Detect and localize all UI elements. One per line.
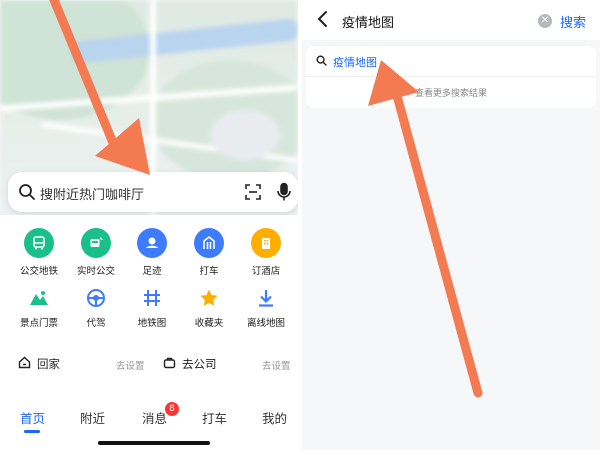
grid-label: 收藏夹 (194, 318, 224, 329)
search-suggestions: 疫情地图 查看更多搜索结果 (306, 46, 596, 108)
search-placeholder: 搜附近热门咖啡厅 (40, 188, 145, 203)
microphone-icon[interactable] (276, 182, 292, 206)
tab-nearby[interactable]: 附近 (80, 408, 105, 427)
tab-mine[interactable]: 我的 (262, 408, 287, 427)
work-label: 去公司 (182, 357, 217, 371)
scenic-icon (27, 286, 51, 310)
tab-active-indicator (24, 430, 40, 433)
steering-wheel-icon (84, 286, 108, 310)
search-button[interactable]: 搜索 (560, 12, 586, 31)
go-home-button[interactable]: 回家 (18, 356, 60, 372)
messages-badge: 8 (165, 402, 179, 416)
suggestion-item[interactable]: 疫情地图 (316, 54, 377, 70)
search-header: 疫情地图 ✕ 搜索 (302, 0, 600, 40)
search-bar[interactable]: 搜附近热门咖啡厅 (8, 172, 298, 212)
search-icon (316, 55, 327, 69)
star-icon (197, 286, 221, 310)
grid-item-hotel[interactable]: 订酒店 (238, 228, 294, 277)
grid-item-scenic[interactable]: 景点门票 (11, 286, 67, 329)
back-icon[interactable] (316, 10, 330, 32)
home-label: 回家 (37, 357, 60, 371)
grid-label: 公交地铁 (19, 266, 58, 277)
search-screen: 疫情地图 ✕ 搜索 疫情地图 查看更多搜索结果 (302, 0, 600, 450)
grid-item-metro-map[interactable]: 地铁图 (124, 286, 180, 329)
home-screen: 搜附近热门咖啡厅 公交地铁 实时公交 足迹 打车 订酒店 景点门票 代驾 地铁图… (0, 0, 298, 450)
grid-label: 地铁图 (137, 318, 167, 329)
more-results-link[interactable]: 查看更多搜索结果 (306, 86, 596, 99)
grid-item-taxi[interactable]: 打车 (181, 228, 237, 277)
quick-destinations: 回家 去设置 去公司 去设置 (8, 340, 298, 388)
grid-label: 订酒店 (251, 266, 281, 277)
clear-icon[interactable]: ✕ (538, 14, 552, 28)
hotel-icon (251, 228, 281, 258)
grid-item-bus[interactable]: 公交地铁 (11, 228, 67, 277)
grid-item-footprint[interactable]: 足迹 (124, 228, 180, 277)
realtime-bus-icon (81, 228, 111, 258)
footprint-icon (137, 228, 167, 258)
home-icon (18, 356, 31, 372)
grid-label: 景点门票 (19, 318, 58, 329)
metro-map-icon (140, 286, 164, 310)
work-set-link[interactable]: 去设置 (262, 358, 291, 372)
search-icon (18, 183, 36, 205)
scan-icon[interactable] (244, 183, 262, 205)
grid-label: 打车 (199, 266, 219, 277)
download-icon (254, 286, 278, 310)
home-indicator (98, 441, 210, 445)
go-work-button[interactable]: 去公司 (163, 356, 217, 372)
tab-home[interactable]: 首页 (20, 408, 45, 427)
divider (306, 76, 596, 77)
grid-item-realtime-bus[interactable]: 实时公交 (68, 228, 124, 277)
suggestion-label: 疫情地图 (333, 56, 377, 69)
home-set-link[interactable]: 去设置 (116, 358, 145, 372)
tab-messages[interactable]: 消息 (142, 408, 167, 427)
grid-label: 离线地图 (246, 318, 285, 329)
grid-label: 实时公交 (76, 266, 115, 277)
bus-icon (24, 228, 54, 258)
grid-item-designated-driver[interactable]: 代驾 (68, 286, 124, 329)
grid-label: 足迹 (142, 266, 162, 277)
taxi-icon (194, 228, 224, 258)
grid-item-favorites[interactable]: 收藏夹 (181, 286, 237, 329)
grid-label: 代驾 (86, 318, 106, 329)
briefcase-icon (163, 356, 176, 372)
search-input[interactable]: 疫情地图 (342, 12, 394, 31)
tab-taxi[interactable]: 打车 (202, 408, 227, 427)
grid-item-offline-map[interactable]: 离线地图 (238, 286, 294, 329)
